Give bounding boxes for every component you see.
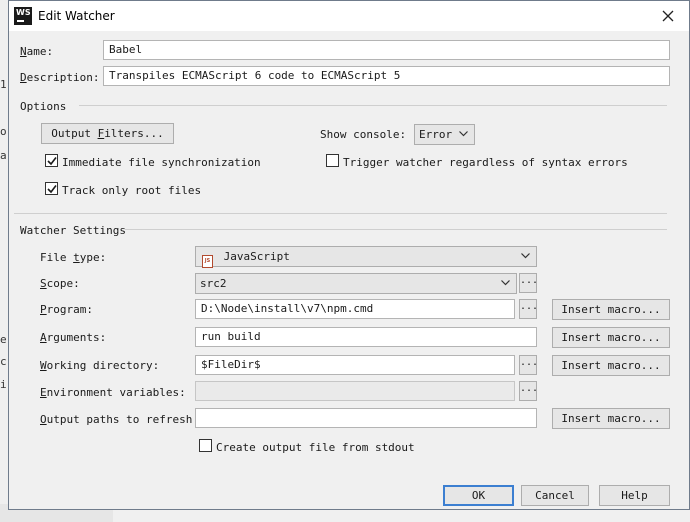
output-paths-insert-macro-button[interactable]: Insert macro... — [552, 408, 670, 429]
background-text-fragment: i — [0, 378, 7, 391]
watcher-settings-title: Watcher Settings — [20, 224, 126, 237]
description-label: Description: — [20, 71, 100, 84]
working-directory-insert-macro-button[interactable]: Insert macro... — [552, 355, 670, 376]
title-bar: WS Edit Watcher — [9, 1, 689, 31]
working-directory-label: Working directory: — [40, 359, 160, 372]
chevron-down-icon — [459, 131, 468, 137]
track-root-files-label: Track only root files — [62, 184, 202, 197]
options-separator — [79, 105, 667, 106]
background-text-fragment: o — [0, 125, 7, 138]
dialog-title: Edit Watcher — [38, 9, 115, 23]
edit-watcher-dialog: WS Edit Watcher Name: Babel Description:… — [8, 0, 690, 510]
name-field[interactable]: Babel — [103, 40, 670, 60]
program-insert-macro-button[interactable]: Insert macro... — [552, 299, 670, 320]
immediate-sync-checkbox[interactable] — [45, 154, 58, 167]
checkmark-icon — [47, 185, 57, 194]
file-type-select[interactable]: JS JavaScript — [195, 246, 537, 268]
background-text-fragment: e — [0, 333, 7, 346]
webstorm-logo: WS — [14, 7, 32, 25]
output-filters-button[interactable]: Output Filters... — [41, 123, 174, 144]
description-field[interactable]: Transpiles ECMAScript 6 code to ECMAScri… — [103, 66, 670, 86]
arguments-label: Arguments: — [40, 331, 107, 344]
background-text-fragment: a — [0, 149, 7, 162]
arguments-field[interactable]: run build — [195, 327, 537, 347]
background-text-fragment: c — [0, 355, 7, 368]
options-section-title: Options — [20, 100, 67, 113]
ok-button[interactable]: OK — [443, 485, 514, 506]
program-label: Program: — [40, 303, 93, 316]
scope-value: src2 — [200, 277, 227, 290]
javascript-file-icon: JS — [202, 255, 213, 268]
create-output-file-checkbox[interactable] — [199, 439, 212, 452]
output-paths-field[interactable] — [195, 408, 537, 428]
scope-browse-button[interactable]: ... — [519, 273, 538, 293]
immediate-sync-label: Immediate file synchronization — [62, 156, 261, 169]
name-label: Name: — [20, 45, 54, 58]
chevron-down-icon — [521, 253, 530, 259]
file-type-label: File type: — [40, 251, 107, 264]
working-directory-browse-button[interactable]: ... — [519, 355, 538, 375]
environment-variables-browse-button[interactable]: ... — [519, 381, 538, 401]
checkmark-icon — [47, 157, 57, 166]
show-console-label: Show console: — [320, 128, 407, 141]
output-paths-label: Output paths to refresh: — [40, 413, 199, 426]
section-divider — [14, 213, 667, 214]
environment-variables-field[interactable] — [195, 381, 515, 401]
program-field[interactable]: D:\Node\install\v7\npm.cmd — [195, 299, 515, 319]
environment-variables-label: Environment variables: — [40, 386, 186, 399]
chevron-down-icon — [501, 280, 510, 286]
show-console-value: Error — [419, 128, 453, 141]
scope-select[interactable]: src2 — [195, 273, 517, 294]
watcher-settings-separator — [125, 229, 667, 230]
scope-label: Scope: — [40, 277, 80, 290]
cancel-button[interactable]: Cancel — [521, 485, 589, 506]
arguments-insert-macro-button[interactable]: Insert macro... — [552, 327, 670, 348]
file-type-value: JavaScript — [223, 250, 290, 263]
trigger-watcher-checkbox[interactable] — [326, 154, 339, 167]
working-directory-field[interactable]: $FileDir$ — [195, 355, 515, 375]
background-text-fragment: 1 — [0, 78, 7, 91]
track-root-files-checkbox[interactable] — [45, 182, 58, 195]
help-button[interactable]: Help — [599, 485, 670, 506]
create-output-file-label: Create output file from stdout — [216, 441, 415, 454]
program-browse-button[interactable]: ... — [519, 299, 538, 319]
trigger-watcher-label: Trigger watcher regardless of syntax err… — [343, 156, 628, 169]
close-icon[interactable] — [659, 7, 677, 25]
show-console-select[interactable]: Error — [414, 124, 475, 145]
